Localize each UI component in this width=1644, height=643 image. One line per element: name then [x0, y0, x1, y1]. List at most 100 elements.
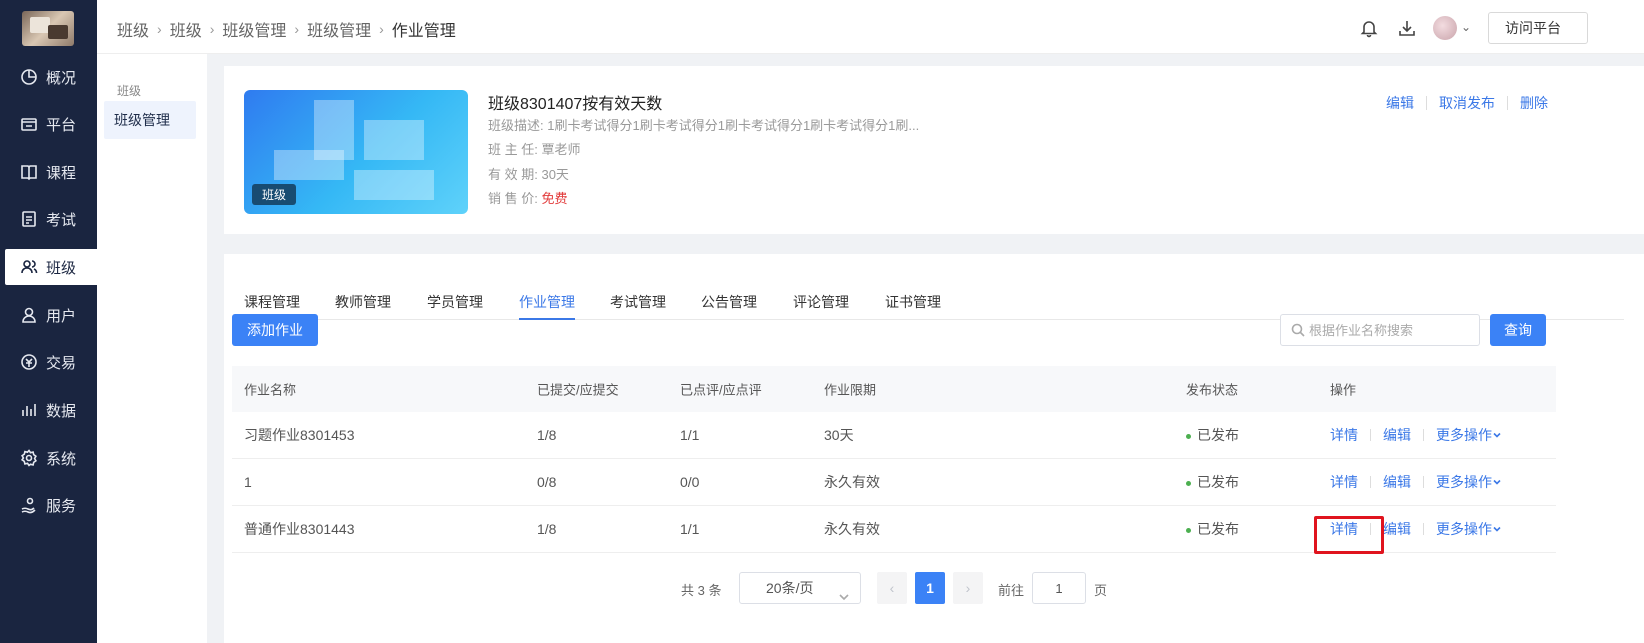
table-row: 习题作业8301453 1/8 1/1 30天 已发布 详情 编辑 更多操作 — [232, 412, 1556, 459]
deadline: 30天 — [824, 427, 854, 443]
add-homework-button[interactable]: 添加作业 — [232, 314, 318, 346]
tab-comment[interactable]: 评论管理 — [793, 292, 849, 312]
more-actions-link[interactable]: 更多操作 — [1436, 425, 1502, 445]
user-icon — [20, 306, 38, 324]
nav-label: 课程 — [46, 164, 77, 182]
chevron-down-icon — [838, 583, 850, 601]
download-icon[interactable] — [1397, 18, 1417, 38]
validity-value: 30天 — [541, 167, 569, 182]
deadline: 永久有效 — [824, 474, 880, 490]
tab-exam[interactable]: 考试管理 — [610, 292, 666, 312]
page-number-1[interactable]: 1 — [915, 572, 945, 604]
active-tab-indicator — [519, 318, 575, 320]
nav-item-service[interactable]: 服务 — [0, 487, 97, 523]
logo[interactable] — [22, 11, 74, 46]
breadcrumb-current: 作业管理 — [391, 23, 456, 40]
nav-item-system[interactable]: 系统 — [0, 440, 97, 476]
next-page-button[interactable]: › — [953, 572, 983, 604]
nav-label: 系统 — [46, 450, 77, 468]
search-box — [1280, 314, 1480, 346]
nav-item-exam[interactable]: 考试 — [0, 201, 97, 237]
tab-course[interactable]: 课程管理 — [244, 292, 300, 312]
more-actions-link[interactable]: 更多操作 — [1436, 519, 1502, 539]
class-cover-image: 班级 — [244, 90, 468, 214]
chevron-down-icon — [1492, 474, 1502, 485]
breadcrumb: 班级 › 班级 › 班级管理 › 班级管理 › 作业管理 — [117, 17, 456, 41]
total-count: 共 3 条 — [681, 583, 722, 598]
breadcrumb-item[interactable]: 班级管理 — [307, 17, 371, 41]
detail-link[interactable]: 详情 — [1330, 519, 1358, 539]
teacher-value: 覃老师 — [541, 142, 581, 157]
status-dot-icon — [1186, 433, 1191, 439]
prev-page-button[interactable]: ‹ — [877, 572, 907, 604]
price-label: 销 售 价: — [488, 191, 538, 206]
nav-item-data[interactable]: 数据 — [0, 392, 97, 428]
chevron-right-icon: › — [157, 21, 162, 37]
nav-label: 概况 — [46, 69, 77, 87]
chart-icon — [20, 401, 38, 419]
nav-item-platform[interactable]: 平台 — [0, 106, 97, 142]
platform-icon — [20, 115, 38, 133]
edit-link[interactable]: 编辑 — [1383, 425, 1411, 445]
deadline: 永久有效 — [824, 521, 880, 537]
homework-table: 作业名称 已提交/应提交 已点评/应点评 作业限期 发布状态 操作 习题作业83… — [232, 366, 1556, 553]
nav-item-trade[interactable]: 交易 — [0, 344, 97, 380]
pagination: 共 3 条 20条/页 ‹ 1 › 前往 页 — [224, 572, 1644, 604]
chevron-down-icon — [1492, 427, 1502, 438]
query-button[interactable]: 查询 — [1490, 314, 1546, 346]
exam-icon — [20, 210, 38, 228]
tab-teacher[interactable]: 教师管理 — [335, 292, 391, 312]
class-title: 班级8301407按有效天数 — [488, 96, 663, 113]
breadcrumb-item[interactable]: 班级 — [117, 17, 149, 41]
goto-page-input[interactable] — [1032, 572, 1086, 604]
tab-student[interactable]: 学员管理 — [427, 292, 483, 312]
status-text: 已发布 — [1197, 521, 1239, 537]
edit-class-link[interactable]: 编辑 — [1386, 93, 1414, 113]
row-actions: 详情 编辑 更多操作 — [1330, 519, 1502, 539]
search-input[interactable] — [1309, 315, 1477, 345]
chevron-down-icon — [1492, 521, 1502, 532]
status-text: 已发布 — [1197, 474, 1239, 490]
tab-certificate[interactable]: 证书管理 — [885, 292, 941, 312]
avatar[interactable] — [1433, 16, 1457, 40]
nav-label: 考试 — [46, 211, 77, 229]
detail-link[interactable]: 详情 — [1330, 425, 1358, 445]
breadcrumb-item[interactable]: 班级 — [170, 17, 202, 41]
submenu-item-class-management[interactable]: 班级管理 — [104, 101, 196, 139]
homework-name: 普通作业8301443 — [244, 521, 355, 537]
row-actions: 详情 编辑 更多操作 — [1330, 472, 1502, 492]
more-actions-link[interactable]: 更多操作 — [1436, 472, 1502, 492]
search-icon — [1291, 323, 1305, 337]
nav-item-course[interactable]: 课程 — [0, 154, 97, 190]
tab-announcement[interactable]: 公告管理 — [701, 292, 757, 312]
tab-homework[interactable]: 作业管理 — [519, 292, 575, 312]
more-actions-label: 更多操作 — [1436, 521, 1492, 537]
submitted-count: 1/8 — [537, 427, 557, 443]
edit-link[interactable]: 编辑 — [1383, 472, 1411, 492]
chevron-right-icon: › — [294, 21, 300, 37]
bell-icon[interactable] — [1359, 18, 1379, 38]
breadcrumb-item[interactable]: 班级管理 — [222, 17, 286, 41]
description-value: 1刷卡考试得分1刷卡考试得分1刷卡考试得分1刷卡考试得分1刷... — [547, 118, 920, 133]
delete-class-link[interactable]: 删除 — [1520, 93, 1548, 113]
detail-link[interactable]: 详情 — [1330, 472, 1358, 492]
unpublish-link[interactable]: 取消发布 — [1439, 93, 1495, 113]
page-size-value: 20条/页 — [766, 580, 814, 596]
edit-link[interactable]: 编辑 — [1383, 519, 1411, 539]
page-unit-label: 页 — [1094, 583, 1108, 598]
nav-item-user[interactable]: 用户 — [0, 297, 97, 333]
status-text: 已发布 — [1197, 427, 1239, 443]
chevron-down-icon[interactable]: ⌄ — [1461, 20, 1471, 34]
column-header: 已点评/应点评 — [680, 382, 762, 398]
column-header: 作业名称 — [244, 382, 297, 398]
submitted-count: 0/8 — [537, 474, 557, 490]
visit-platform-button[interactable]: 访问平台 — [1488, 12, 1588, 44]
submenu: 班级 班级管理 — [97, 54, 207, 643]
page-size-select[interactable]: 20条/页 — [739, 572, 861, 604]
column-header: 作业限期 — [824, 382, 877, 398]
status-dot-icon — [1186, 480, 1191, 486]
nav-item-class[interactable]: 班级 — [5, 249, 97, 285]
validity-label: 有 效 期: — [488, 167, 538, 182]
nav-item-overview[interactable]: 概况 — [0, 59, 97, 95]
column-header: 操作 — [1330, 382, 1357, 398]
